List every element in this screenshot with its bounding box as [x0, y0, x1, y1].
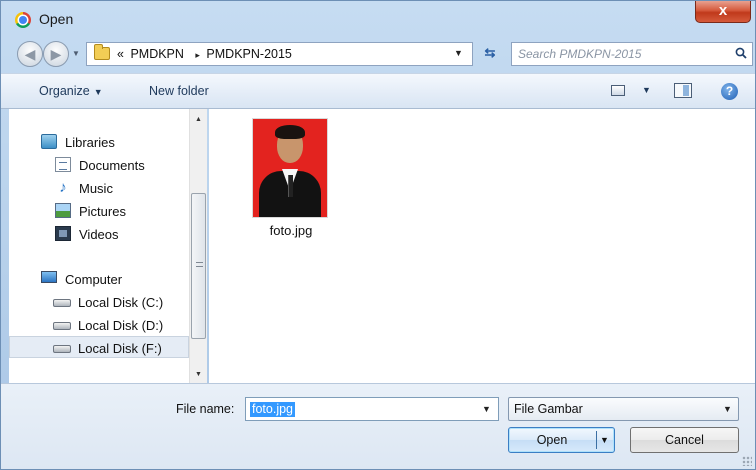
nav-item-computer[interactable]: Computer — [9, 268, 189, 290]
open-label: Open — [536, 433, 568, 447]
scrollbar-thumb[interactable] — [191, 193, 206, 339]
nav-item-label: Documents — [79, 158, 145, 173]
new-folder-button[interactable]: New folder — [149, 84, 209, 98]
search-input[interactable] — [518, 46, 718, 62]
open-dropdown-icon[interactable]: ▼ — [600, 428, 609, 452]
disk-icon — [53, 299, 71, 307]
file-name: foto.jpg — [269, 223, 313, 238]
file-name-label: File name: — [176, 402, 235, 416]
nav-item-pictures[interactable]: Pictures — [9, 200, 189, 222]
chrome-icon — [15, 12, 31, 28]
recent-locations-dropdown[interactable]: ▼ — [72, 49, 80, 58]
nav-item-label: Local Disk (F:) — [78, 341, 162, 356]
preview-pane-icon[interactable] — [674, 83, 692, 98]
file-name-input[interactable]: foto.jpg ▼ — [245, 397, 499, 421]
nav-item-music[interactable]: ♪ Music — [9, 177, 189, 199]
address-bar[interactable]: « PMDKPN ▸ PMDKPN-2015 ▼ — [86, 42, 473, 66]
chevron-down-icon: ▼ — [723, 404, 732, 414]
views-dropdown-icon[interactable]: ▼ — [642, 85, 651, 95]
chevron-down-icon: ▼ — [93, 87, 103, 97]
search-box[interactable] — [511, 42, 753, 66]
file-type-select[interactable]: File Gambar ▼ — [508, 397, 739, 421]
back-arrow-icon: ◀ — [24, 46, 36, 62]
nav-item-documents[interactable]: Documents — [9, 154, 189, 176]
chevron-down-icon[interactable]: ▼ — [482, 404, 491, 414]
nav-item-label: Pictures — [79, 204, 126, 219]
address-dropdown-icon[interactable]: ▼ — [454, 48, 463, 58]
scroll-up-icon[interactable]: ▲ — [190, 111, 207, 128]
resize-grip-icon[interactable] — [742, 456, 752, 466]
folder-icon — [94, 44, 110, 60]
file-item[interactable]: foto.jpg — [253, 119, 329, 238]
title-bar[interactable]: Open x — [1, 1, 755, 37]
disk-icon — [53, 345, 71, 353]
nav-item-libraries[interactable]: Libraries — [9, 131, 189, 153]
navigation-scrollbar[interactable]: ▲ ▼ — [189, 109, 207, 383]
breadcrumb-overflow[interactable]: « — [117, 47, 124, 61]
forward-arrow-icon: ▶ — [50, 46, 62, 62]
nav-item-label: Computer — [65, 272, 123, 287]
videos-icon — [55, 226, 71, 241]
command-toolbar: Organize ▼ New folder ▼ ? — [1, 73, 755, 109]
search-icon[interactable] — [735, 47, 747, 59]
close-button[interactable]: x — [695, 1, 751, 23]
breadcrumb-separator[interactable]: ▸ — [195, 50, 200, 60]
back-button[interactable]: ◀ — [17, 41, 43, 67]
window-title: Open — [39, 11, 74, 27]
split-divider — [596, 431, 597, 449]
libraries-icon — [41, 134, 57, 149]
music-icon: ♪ — [59, 179, 67, 196]
hair-shape — [275, 125, 305, 139]
nav-item-label: Local Disk (C:) — [78, 295, 164, 310]
file-type-value: File Gambar — [514, 402, 583, 416]
views-icon[interactable] — [611, 85, 625, 96]
organize-label: Organize — [39, 84, 90, 98]
breadcrumb: « PMDKPN ▸ PMDKPN-2015 — [117, 47, 295, 61]
help-icon[interactable]: ? — [721, 83, 738, 100]
breadcrumb-item-pmdkpn-2015[interactable]: PMDKPN-2015 — [206, 47, 291, 61]
file-list: foto.jpg — [209, 109, 755, 383]
photo-thumbnail — [253, 119, 327, 217]
file-name-value[interactable]: foto.jpg — [250, 402, 296, 417]
tie-shape — [288, 175, 293, 197]
cancel-button[interactable]: Cancel — [630, 427, 739, 453]
breadcrumb-item-pmdkpn[interactable]: PMDKPN — [130, 47, 183, 61]
nav-item-label: Local Disk (D:) — [78, 318, 164, 333]
dialog-footer: File name: foto.jpg ▼ File Gambar ▼ Open… — [1, 383, 755, 469]
nav-item-videos[interactable]: Videos — [9, 223, 189, 245]
nav-item-label: Videos — [79, 227, 119, 242]
nav-item-disk-c[interactable]: Local Disk (C:) — [9, 291, 189, 313]
forward-button[interactable]: ▶ — [43, 41, 69, 67]
open-file-dialog: Open x ◀ ▶ ▼ « PMDKPN ▸ PMDKPN-2015 ▼ ⇆ — [0, 0, 756, 470]
computer-icon — [41, 271, 57, 283]
refresh-button[interactable]: ⇆ — [476, 42, 504, 66]
grip-icon — [196, 262, 203, 267]
nav-item-disk-f[interactable]: Local Disk (F:) — [9, 336, 189, 358]
scroll-down-icon[interactable]: ▼ — [190, 366, 207, 383]
refresh-icon: ⇆ — [484, 45, 496, 60]
nav-item-label: Libraries — [65, 135, 115, 150]
navigation-pane: Libraries Documents ♪ Music Pictures Vid… — [9, 109, 189, 383]
nav-item-disk-d[interactable]: Local Disk (D:) — [9, 314, 189, 336]
disk-icon — [53, 322, 71, 330]
nav-item-label: Music — [79, 181, 113, 196]
address-row: ◀ ▶ ▼ « PMDKPN ▸ PMDKPN-2015 ▼ ⇆ — [1, 37, 755, 73]
document-icon — [55, 157, 71, 172]
organize-button[interactable]: Organize ▼ — [39, 84, 103, 98]
pictures-icon — [55, 203, 71, 218]
open-button[interactable]: Open ▼ — [508, 427, 615, 453]
